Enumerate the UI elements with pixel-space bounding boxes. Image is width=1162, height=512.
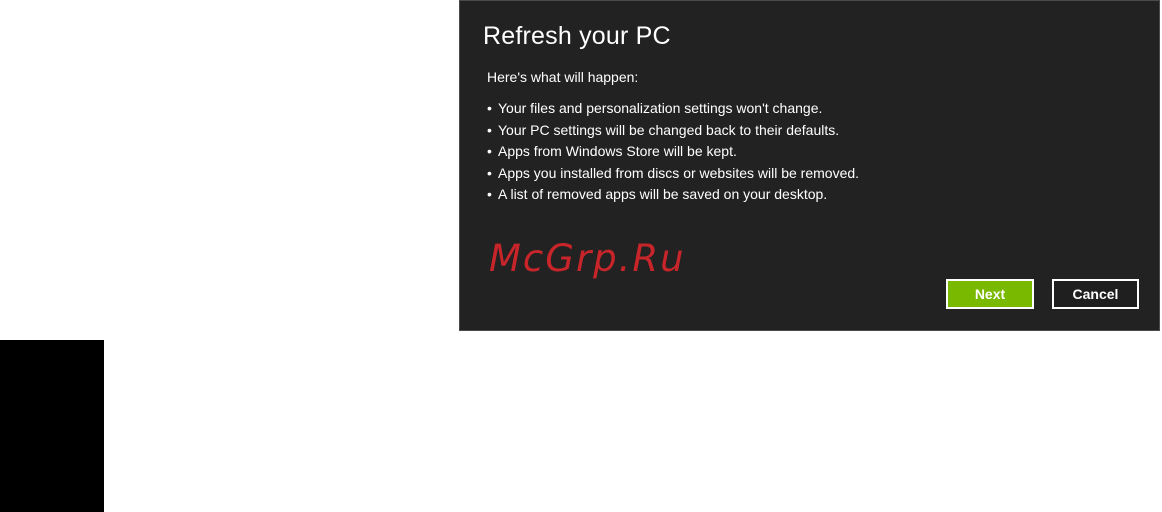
- list-item: • A list of removed apps will be saved on…: [487, 184, 859, 206]
- watermark: McGrp.Ru: [489, 237, 686, 280]
- bullet-dot: •: [487, 186, 492, 202]
- bullet-dot: •: [487, 143, 492, 159]
- dialog-intro: Here's what will happen:: [487, 69, 639, 85]
- dialog-title: Refresh your PC: [483, 22, 671, 50]
- bullet-text: Apps you installed from discs or website…: [498, 164, 860, 181]
- cancel-button-label: Cancel: [1072, 286, 1119, 302]
- black-bar: [0, 340, 104, 512]
- bullet-dot: •: [487, 121, 492, 138]
- bullet-text: A list of removed apps will be saved on …: [498, 186, 828, 202]
- list-item: • Apps you installed from discs or websit…: [487, 163, 859, 185]
- bullet-text: Your files and personalization settings …: [498, 100, 823, 116]
- list-item: • Your PC settings will be changed back t…: [487, 120, 859, 142]
- bullet-dot: •: [487, 164, 492, 181]
- bullet-dot: •: [487, 100, 492, 116]
- list-item: • Apps from Windows Store will be kept.: [487, 141, 859, 163]
- page: Refresh your PC Here's what will happen:…: [0, 0, 1162, 512]
- cancel-button[interactable]: Cancel: [1052, 279, 1139, 309]
- bullet-text: Apps from Windows Store will be kept.: [498, 143, 737, 159]
- bullet-list: • Your files and personalization settings…: [487, 98, 859, 206]
- next-button-label: Next: [974, 286, 1006, 302]
- bullet-text: Your PC settings will be changed back to…: [498, 121, 840, 138]
- refresh-pc-dialog: Refresh your PC Here's what will happen:…: [459, 0, 1160, 331]
- list-item: • Your files and personalization settings…: [487, 98, 859, 120]
- next-button[interactable]: Next: [946, 279, 1034, 309]
